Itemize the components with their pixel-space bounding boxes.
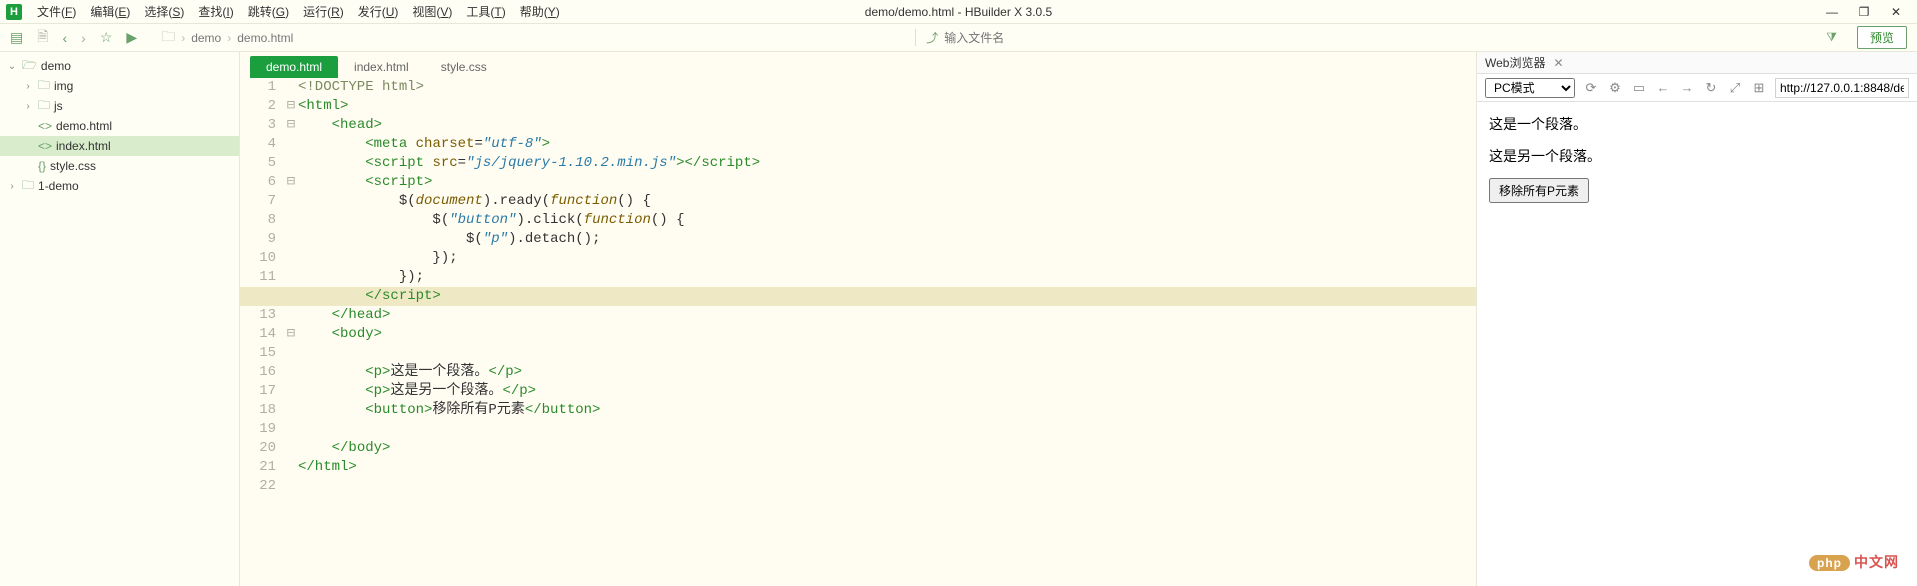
reload-icon[interactable]: ↻ (1703, 80, 1719, 96)
tree-label: demo.html (56, 119, 112, 133)
folder-icon: 🗀 (161, 26, 175, 50)
tree-node[interactable]: › 🗀 1-demo (0, 176, 239, 196)
close-icon[interactable]: ✕ (1553, 56, 1563, 70)
menu-r[interactable]: 运行(R) (296, 1, 351, 22)
maximize-button[interactable]: ❐ (1857, 5, 1871, 19)
preview-button[interactable]: 预览 (1857, 26, 1907, 49)
new-file-icon[interactable]: ▤ (10, 29, 23, 46)
filter-icon[interactable]: ⧩ (1826, 30, 1837, 45)
browser-toolbar: PC模式 ⟳ ⚙ ▭ ← → ↻ ⤢ ⊞ (1477, 74, 1917, 102)
lock-icon[interactable]: ⤢ (1727, 80, 1743, 96)
menu-i[interactable]: 查找(I) (191, 1, 240, 22)
toolbar: ▤ 🗎 ‹ › ☆ ▶ 🗀 › demo › demo.html ⤴ ⧩ 预览 (0, 24, 1917, 52)
editor-tabs: demo.htmlindex.htmlstyle.css (240, 52, 1476, 78)
tree-label: img (54, 79, 73, 93)
browser-viewport: 这是一个段落。 这是另一个段落。 移除所有P元素 (1477, 102, 1917, 586)
nav-back-icon[interactable]: ‹ (63, 30, 68, 46)
window-title: demo/demo.html - HBuilder X 3.0.5 (865, 5, 1052, 19)
search-input[interactable] (944, 31, 1204, 45)
close-button[interactable]: ✕ (1889, 5, 1903, 19)
watermark-cn: 中文网 (1854, 554, 1899, 570)
paragraph: 这是另一个段落。 (1489, 146, 1905, 166)
file-icon: <> (38, 139, 52, 153)
window-controls: — ❐ ✕ (1825, 5, 1911, 19)
tree-node[interactable]: <> demo.html (0, 116, 239, 136)
window-icon[interactable]: ▭ (1631, 80, 1647, 96)
menu-bar: H 文件(F)编辑(E)选择(S)查找(I)跳转(G)运行(R)发行(U)视图(… (0, 0, 1917, 24)
expander-icon[interactable]: › (22, 81, 34, 92)
tree-node[interactable]: <> index.html (0, 136, 239, 156)
menu-y[interactable]: 帮助(Y) (513, 1, 567, 22)
tree-label: js (54, 99, 63, 113)
menu-e[interactable]: 编辑(E) (83, 1, 137, 22)
tree-node[interactable]: ⌄ 🗁 demo (0, 56, 239, 76)
folder-icon: 🗀 (38, 96, 50, 117)
app-logo: H (6, 4, 22, 20)
tree-node[interactable]: {} style.css (0, 156, 239, 176)
tree-label: 1-demo (38, 179, 79, 193)
editor-tab[interactable]: index.html (338, 56, 425, 78)
forward-icon[interactable]: → (1679, 80, 1695, 95)
gear-icon[interactable]: ⚙ (1607, 80, 1623, 96)
tree-node[interactable]: › 🗀 img (0, 76, 239, 96)
menu-v[interactable]: 视图(V) (405, 1, 459, 22)
breadcrumb: 🗀 › demo › demo.html (161, 26, 293, 50)
expander-icon[interactable]: ⌄ (6, 61, 18, 72)
tree-label: index.html (56, 139, 111, 153)
folder-icon: 🗁 (22, 56, 37, 77)
minimize-button[interactable]: — (1825, 5, 1839, 19)
editor-tab[interactable]: demo.html (250, 56, 338, 78)
crumb-item[interactable]: demo.html (237, 31, 293, 45)
expander-icon[interactable]: › (6, 181, 18, 192)
back-icon[interactable]: ← (1655, 80, 1671, 95)
project-tree: ⌄🗁demo›🗀img›🗀js<>demo.html<>index.html{}… (0, 52, 240, 586)
star-icon[interactable]: ☆ (100, 29, 113, 46)
folder-icon: 🗀 (22, 176, 34, 197)
qr-icon[interactable]: ⊞ (1751, 80, 1767, 96)
crumb-item[interactable]: demo (191, 31, 221, 45)
tree-node[interactable]: › 🗀 js (0, 96, 239, 116)
browser-tab: Web浏览器 ✕ (1477, 52, 1917, 74)
browser-mode-select[interactable]: PC模式 (1485, 78, 1575, 98)
tree-label: style.css (50, 159, 96, 173)
menu-u[interactable]: 发行(U) (351, 1, 406, 22)
menu-f[interactable]: 文件(F) (30, 1, 83, 22)
watermark-php: php (1809, 555, 1850, 571)
editor-tab[interactable]: style.css (425, 56, 503, 78)
editor-area: demo.htmlindex.htmlstyle.css 12345678910… (240, 52, 1477, 586)
watermark: php中文网 (1809, 552, 1899, 572)
run-icon[interactable]: ▶ (126, 29, 137, 46)
menu-s[interactable]: 选择(S) (137, 1, 191, 22)
browser-tab-label: Web浏览器 (1485, 54, 1545, 71)
web-browser-panel: Web浏览器 ✕ PC模式 ⟳ ⚙ ▭ ← → ↻ ⤢ ⊞ 这是一个段落。 这是… (1477, 52, 1917, 586)
tree-label: demo (41, 59, 71, 73)
file-icon: <> (38, 119, 52, 133)
menu-g[interactable]: 跳转(G) (241, 1, 296, 22)
remove-p-button[interactable]: 移除所有P元素 (1489, 178, 1589, 203)
menu-list: 文件(F)编辑(E)选择(S)查找(I)跳转(G)运行(R)发行(U)视图(V)… (30, 1, 567, 22)
code-editor[interactable]: 12345678910111213141516171819202122 ⊟⊟⊟⊟… (240, 78, 1476, 586)
search-arrow-icon[interactable]: ⤴ (926, 29, 938, 46)
refresh-icon[interactable]: ⟳ (1583, 80, 1599, 96)
file-search: ⤴ (915, 29, 1204, 46)
paragraph: 这是一个段落。 (1489, 114, 1905, 134)
folder-icon: 🗀 (38, 76, 50, 97)
nav-forward-icon[interactable]: › (81, 30, 86, 46)
url-input[interactable] (1775, 78, 1909, 98)
menu-t[interactable]: 工具(T) (459, 1, 512, 22)
expander-icon[interactable]: › (22, 101, 34, 112)
file-icon: {} (38, 159, 46, 173)
save-icon[interactable]: 🗎 (37, 26, 48, 50)
